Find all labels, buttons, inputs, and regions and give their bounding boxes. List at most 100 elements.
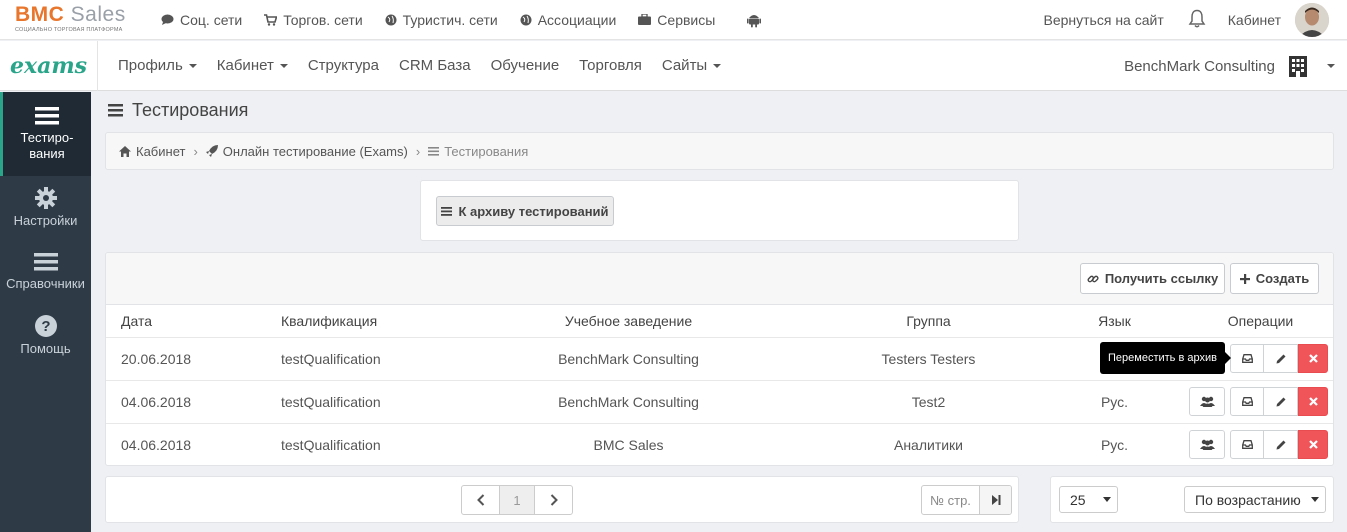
breadcrumb-exams[interactable]: Онлайн тестирование (Exams) [223,144,408,159]
nav-trade[interactable]: Торговля [579,57,642,74]
top-right: Вернуться на сайт Кабинет [1044,0,1347,40]
cell-language: Рус. [1041,422,1188,465]
globe-icon [385,14,397,25]
page-size-select[interactable]: 25 [1059,486,1118,513]
breadcrumb-cabinet[interactable]: Кабинет [136,144,185,159]
inbox-icon [1241,440,1253,450]
topnav-services[interactable]: Сервисы [638,12,715,28]
list-icon [33,253,58,271]
edit-button[interactable] [1264,344,1298,373]
cabinet-link[interactable]: Кабинет [1228,12,1281,28]
dropdown-arrow-icon [1311,497,1319,502]
logo-brand-a: BMC [15,2,65,26]
archive-button[interactable] [1230,344,1264,373]
list-options-panel: 25 По возрастанию [1050,476,1334,523]
building-icon [1289,56,1307,77]
archive-tooltip: Переместить в архив [1100,342,1231,374]
nav-cabinet[interactable]: Кабинет [217,57,288,74]
pencil-icon [1276,397,1285,406]
get-link-button[interactable]: Получить ссылку [1080,263,1225,294]
cell-qualification: testQualification [281,379,441,423]
close-icon [1308,354,1318,363]
nav-learning[interactable]: Обучение [491,57,560,74]
col-qualification[interactable]: Квалификация [281,305,441,337]
inbox-icon [1241,354,1253,363]
col-date[interactable]: Дата [106,305,281,337]
home-icon [119,145,131,157]
col-operations: Операции [1227,312,1294,329]
tests-table: Дата Квалификация Учебное заведение Груп… [106,305,1333,465]
svg-text:?: ? [41,318,50,335]
bell-icon[interactable] [1188,9,1206,32]
nav-crm[interactable]: CRM База [399,57,471,74]
archive-list-button[interactable]: К архиву тестирований [436,196,614,226]
breadcrumb: Кабинет › Онлайн тестирование (Exams) › … [105,132,1334,170]
participants-button[interactable] [1189,430,1225,460]
avatar[interactable] [1295,3,1329,37]
col-institution[interactable]: Учебное заведение [441,305,816,337]
menu-icon [35,107,59,125]
main-nav: exams Профиль Кабинет Структура CRM База… [0,40,1347,91]
delete-button[interactable] [1298,387,1328,416]
participants-button[interactable] [1189,387,1225,416]
nav-profile[interactable]: Профиль [118,57,197,74]
archive-button[interactable] [1230,387,1264,416]
back-to-site-link[interactable]: Вернуться на сайт [1044,12,1164,28]
cell-group: Аналитики [816,422,1041,465]
cell-institution: BMC Sales [441,422,816,465]
company-switcher[interactable]: BenchMark Consulting [1124,41,1347,91]
nav-sites[interactable]: Сайты [662,57,722,74]
pencil-icon [1276,440,1285,450]
topnav-tourism[interactable]: Туристич. сети [385,12,498,28]
chevron-right-icon: › [415,143,421,159]
android-app-link[interactable] [747,12,767,28]
archive-button[interactable] [1230,430,1264,460]
users-icon [1199,396,1215,407]
sidebar-item-references[interactable]: Справочники [0,240,91,304]
help-icon: ? [34,315,57,337]
nav-structure[interactable]: Структура [308,57,379,74]
delete-button[interactable] [1298,344,1328,373]
col-language[interactable]: Язык [1041,305,1188,337]
sidebar-item-help[interactable]: ? Помощь [0,304,91,368]
users-icon [1199,440,1215,451]
link-icon [1087,275,1099,282]
page-number-current[interactable]: 1 [499,486,535,514]
topnav-trade[interactable]: Торгов. сети [264,12,363,28]
top-nav: Соц. сети Торгов. сети Туристич. сети Ас… [161,12,789,28]
list-icon [428,146,440,156]
next-page-button[interactable] [535,486,572,514]
sidebar-item-settings[interactable]: Настройки [0,176,91,240]
step-forward-icon [991,495,1000,505]
cart-icon [264,13,278,26]
list-icon [441,206,453,216]
goto-page-button[interactable] [979,486,1011,514]
caret-down-icon [1327,64,1335,68]
edit-button[interactable] [1264,430,1298,460]
delete-button[interactable] [1298,430,1328,460]
cell-date: 04.06.2018 [106,379,281,423]
prev-page-button[interactable] [462,486,499,514]
topnav-associations[interactable]: Ассоциации [520,12,616,28]
sidebar-item-tests[interactable]: Тестиро- вания [0,92,91,176]
cell-group: Test2 [816,379,1041,423]
cell-date: 04.06.2018 [106,422,281,465]
chevron-left-icon [476,494,484,506]
pagination-panel: 1 № стр. [105,476,1019,523]
pagination: 1 [461,485,573,515]
goto-page-input[interactable]: № стр. [922,486,979,514]
edit-button[interactable] [1264,387,1298,416]
sort-order-select[interactable]: По возрастанию [1184,486,1326,513]
cell-operations [1188,379,1333,423]
menu-icon [108,104,123,117]
exams-logo[interactable]: exams [0,40,98,91]
cell-institution: BenchMark Consulting [441,379,816,423]
chevron-right-icon: › [193,143,198,159]
table-row: 04.06.2018 testQualification BenchMark C… [106,379,1333,423]
topnav-social[interactable]: Соц. сети [161,12,242,28]
create-button[interactable]: Создать [1230,263,1319,294]
globe-icon [520,14,532,25]
bmc-logo[interactable]: BMC Sales СОЦИАЛЬНО ТОРГОВАЯ ПЛАТФОРМА [15,0,145,40]
cell-institution: BenchMark Consulting [441,336,816,380]
col-group[interactable]: Группа [816,305,1041,337]
